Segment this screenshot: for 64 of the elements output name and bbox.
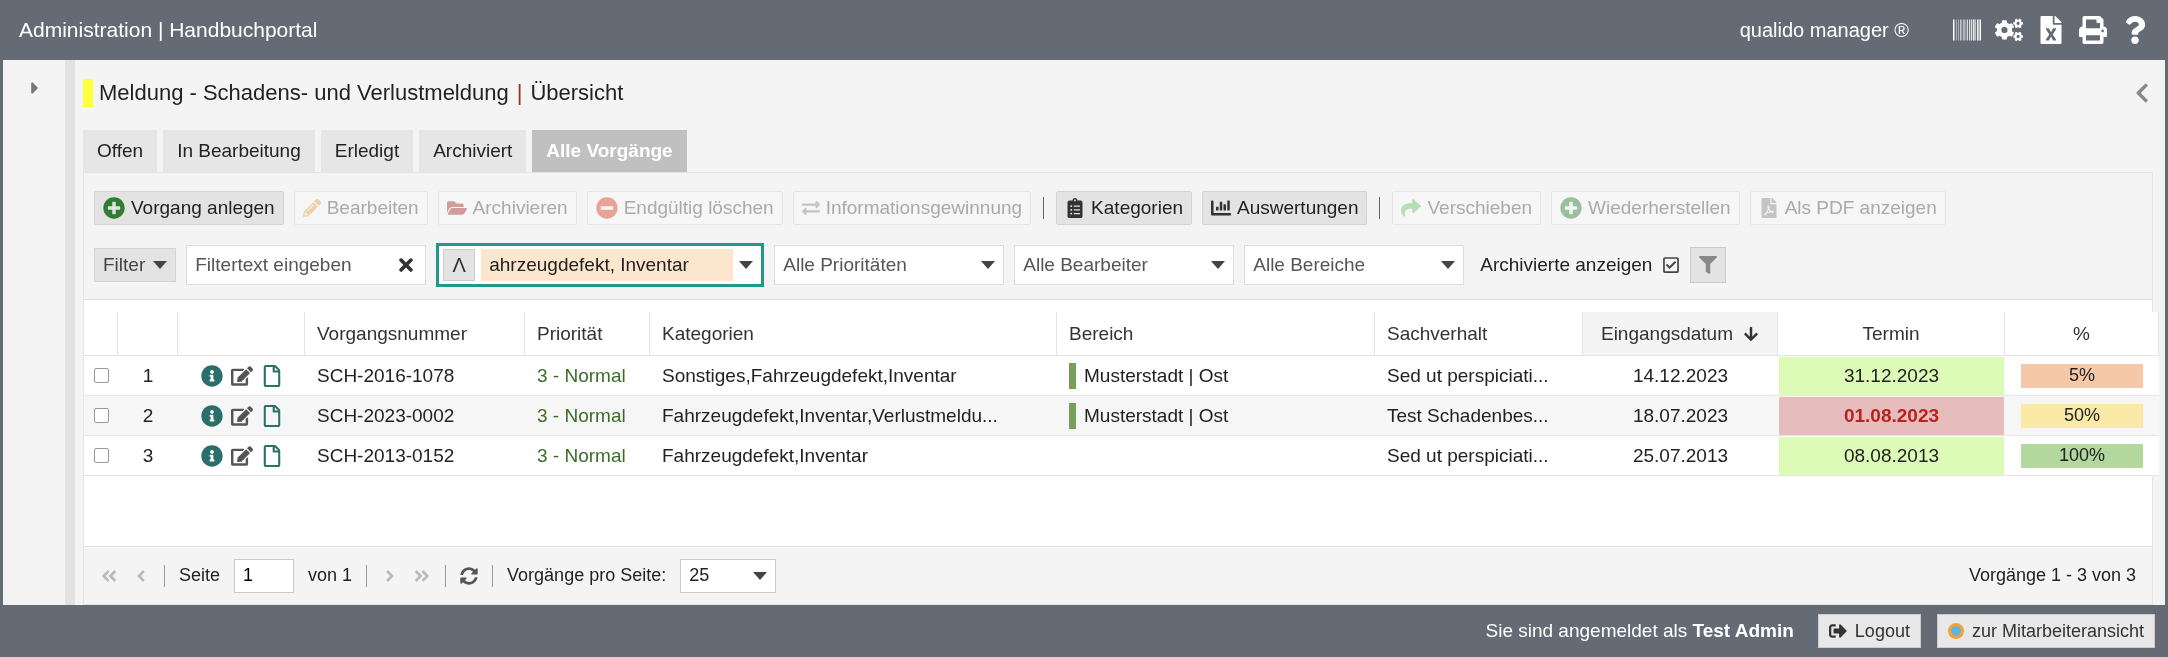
per-page-select[interactable]: 25 xyxy=(680,558,777,593)
column-header[interactable]: Priorität xyxy=(525,312,650,356)
table-cell: Sed ut perspiciati... xyxy=(1387,364,1549,387)
column-header[interactable]: % xyxy=(2005,312,2159,356)
table-cell: Fahrzeugdefekt,Inventar xyxy=(662,444,868,467)
column-header[interactable]: Bereich xyxy=(1057,312,1375,356)
toolbar-button[interactable]: Vorgang anlegen xyxy=(94,191,284,225)
row-number: 1 xyxy=(142,364,154,387)
progress-label: 50% xyxy=(2021,403,2143,428)
tab[interactable]: Offen xyxy=(83,130,158,172)
table-cell: Sed ut perspiciati... xyxy=(1387,444,1549,467)
tab[interactable]: Erledigt xyxy=(320,130,414,172)
tab[interactable]: Archiviert xyxy=(419,130,527,172)
per-page-label: Vorgänge pro Seite: xyxy=(507,565,667,586)
toggle-button[interactable]: Λ xyxy=(443,249,476,281)
title-separator: | xyxy=(516,80,523,106)
toolbar-button[interactable]: Kategorien xyxy=(1056,191,1192,225)
column-header[interactable]: Sachverhalt xyxy=(1375,312,1583,356)
table-cell: Musterstadt | Ost xyxy=(1084,364,1229,387)
table-cell: SCH-2013-0152 xyxy=(317,444,455,467)
page-subtitle: Übersicht xyxy=(530,80,624,106)
progress-label: 5% xyxy=(2021,363,2143,388)
app-title: Administration | Handbuchportal xyxy=(19,18,319,42)
dropdown[interactable]: Alle Bereiche xyxy=(1244,245,1465,285)
checkbox-label: Archivierte anzeigen xyxy=(1480,254,1653,276)
table-cell: 14.12.2023 xyxy=(1632,364,1729,387)
filter-button[interactable]: Filter xyxy=(94,248,177,282)
search-field[interactable]: Filtertext eingeben xyxy=(186,245,427,285)
selected-categories: ahrzeugdefekt, Inventar xyxy=(481,249,734,281)
column-header[interactable]: Termin xyxy=(1778,312,2005,356)
tab[interactable]: In Bearbeitung xyxy=(163,130,315,172)
row-number: 2 xyxy=(142,404,154,427)
deadline-cell: 08.08.2013 xyxy=(1779,436,2004,475)
product-name: qualido manager ® xyxy=(1739,18,1909,42)
row-number: 3 xyxy=(142,444,154,467)
page-count: von 1 xyxy=(308,565,353,586)
dropdown[interactable]: Alle Prioritäten xyxy=(774,245,1005,285)
table-cell: SCH-2016-1078 xyxy=(317,364,455,387)
category-select[interactable]: Λ ahrzeugdefekt, Inventar xyxy=(436,243,765,287)
dropdown[interactable]: Alle Bearbeiter xyxy=(1014,245,1235,285)
toolbar-button[interactable]: Auswertungen xyxy=(1202,191,1368,225)
table-cell: SCH-2023-0002 xyxy=(317,404,455,427)
table-cell: Fahrzeugdefekt,Inventar,Verlustmeldu... xyxy=(662,404,998,427)
record-summary: Vorgänge 1 - 3 von 3 xyxy=(1968,565,2136,586)
table-cell: 3 - Normal xyxy=(537,444,626,467)
table-cell: 3 - Normal xyxy=(537,364,626,387)
table-cell: 3 - Normal xyxy=(537,404,626,427)
page-input[interactable]: 1 xyxy=(234,558,295,593)
table-cell: 18.07.2023 xyxy=(1632,404,1729,427)
table-cell: Musterstadt | Ost xyxy=(1084,404,1229,427)
table-cell: 25.07.2013 xyxy=(1632,444,1729,467)
progress-label: 100% xyxy=(2021,443,2143,468)
table-cell: Test Schadenbes... xyxy=(1387,404,1549,427)
employee-view-button[interactable]: zur Mitarbeiteransicht xyxy=(1936,614,2155,648)
column-header[interactable]: Vorgangsnummer xyxy=(305,312,525,356)
page-title: Meldung - Schadens- und Verlustmeldung xyxy=(99,80,509,106)
deadline-cell: 31.12.2023 xyxy=(1779,356,2004,395)
logout-button[interactable]: Logout xyxy=(1817,614,1921,648)
deadline-cell: 01.08.2023 xyxy=(1779,396,2004,435)
page-label: Seite xyxy=(179,565,221,586)
login-info: Sie sind angemeldet als Test Admin xyxy=(1485,620,1794,642)
column-header[interactable]: Kategorien xyxy=(650,312,1057,356)
table-cell: Sonstiges,Fahrzeugdefekt,Inventar xyxy=(662,364,957,387)
column-header[interactable]: Eingangsdatum xyxy=(1583,312,1778,356)
